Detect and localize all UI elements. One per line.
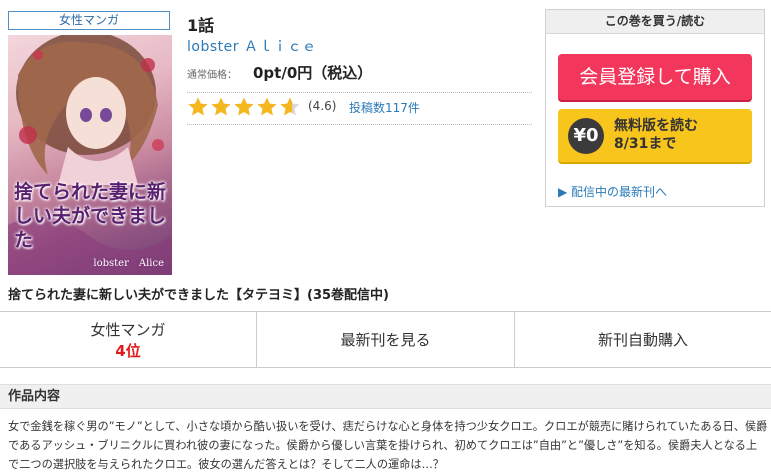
description-text: 女で金銭を稼ぐ男の”モノ”として、小さな頃から酷い扱いを受け、痣だらけな心と身体…	[8, 420, 768, 471]
purchase-panel-title: この巻を買う/読む	[546, 10, 764, 34]
series-title[interactable]: 捨てられた妻に新しい夫ができました【タテヨミ】(35巻配信中)	[8, 284, 389, 303]
purchase-panel: この巻を買う/読む 会員登録して購入 ¥0 無料版を読む 8/31まで ▶ 配信…	[545, 9, 765, 207]
price-value: 0pt/0円（税込）	[253, 64, 373, 82]
divider	[187, 124, 532, 125]
ranking-position: 4位	[115, 341, 141, 360]
ranking-button[interactable]: 女性マンガ 4位	[0, 312, 257, 367]
episode-title: 1話	[187, 16, 215, 35]
genre-tag[interactable]: 女性マンガ	[8, 11, 170, 30]
latest-volume-button[interactable]: 最新刊を見る	[257, 312, 515, 367]
read-free-button[interactable]: ¥0 無料版を読む 8/31まで	[558, 109, 752, 162]
cover-title: 捨てられた妻に新しい夫ができました	[14, 181, 167, 251]
free-label: 無料版を読む	[614, 118, 698, 134]
star-icon	[188, 97, 208, 116]
cover-author: lobster Alice	[93, 258, 164, 269]
action-bar: 女性マンガ 4位 最新刊を見る 新刊自動購入	[0, 311, 771, 368]
star-icon	[211, 97, 231, 116]
rating-value: (4.6)	[308, 99, 337, 113]
star-rating	[187, 96, 302, 118]
description-heading: 作品内容	[0, 384, 771, 409]
author-link[interactable]: lobster Ａｌｉｃｅ	[187, 36, 316, 56]
price-label: 通常価格：	[187, 70, 237, 81]
cover-image[interactable]: 捨てられた妻に新しい夫ができました lobster Alice	[8, 35, 172, 275]
review-count-link[interactable]: 投稿数117件	[349, 99, 420, 116]
free-yen-badge: ¥0	[568, 118, 604, 154]
latest-volume-link[interactable]: ▶ 配信中の最新刊へ	[558, 183, 667, 200]
star-icon	[234, 97, 254, 116]
divider	[187, 92, 532, 93]
free-deadline: 8/31まで	[614, 136, 677, 152]
star-icon	[280, 97, 300, 116]
free-text: 無料版を読む 8/31まで	[614, 117, 698, 153]
star-icon	[257, 97, 277, 116]
register-purchase-button[interactable]: 会員登録して購入	[558, 54, 752, 100]
ranking-genre: 女性マンガ	[90, 320, 166, 339]
auto-purchase-button[interactable]: 新刊自動購入	[515, 312, 771, 367]
